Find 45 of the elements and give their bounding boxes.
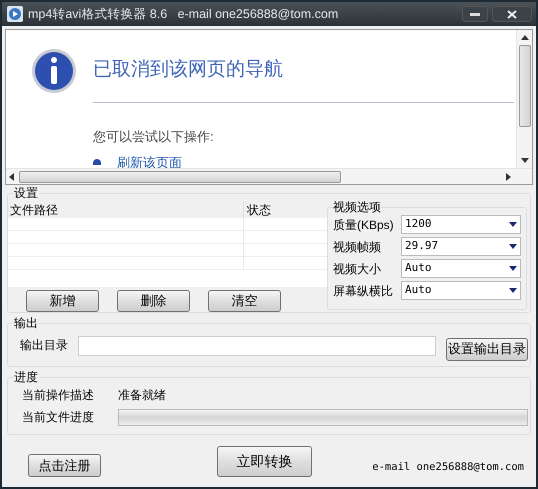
close-icon <box>507 10 517 18</box>
group-title: 设置 <box>13 185 39 201</box>
option-label: 视频帧频 <box>333 238 381 256</box>
field-label: 当前操作描述 <box>22 387 95 404</box>
bullet-icon <box>93 159 101 165</box>
scroll-left-icon[interactable] <box>9 172 14 180</box>
minimize-button[interactable] <box>462 6 488 22</box>
option-label: 屏幕纵横比 <box>333 282 393 300</box>
option-label: 质量(KBps) <box>333 216 394 234</box>
column-header: 文件路径 <box>8 202 244 218</box>
option-dropdown[interactable]: Auto <box>401 281 521 300</box>
group-title: 输出 <box>13 315 39 331</box>
group-title: 进度 <box>13 369 39 385</box>
register-button[interactable]: 点击注册 <box>28 454 101 477</box>
set-output-directory-button[interactable]: 设置输出目录 <box>446 338 528 360</box>
page-heading: 已取消到该网页的导航 <box>93 58 284 82</box>
convert-button[interactable]: 立即转换 <box>217 446 312 477</box>
caret-icon <box>509 266 517 271</box>
info-icon <box>31 48 77 94</box>
caret-icon <box>509 222 517 227</box>
play-icon <box>6 5 24 23</box>
page-subheading: 您可以尝试以下操作: <box>93 128 215 146</box>
list-action-button[interactable]: 新增 <box>26 290 99 312</box>
field-label: 输出目录 <box>20 337 68 354</box>
vertical-scrollbar[interactable] <box>516 30 532 168</box>
contact-email: e-mail one256888@tom.com <box>372 460 524 476</box>
caret-icon <box>509 244 517 249</box>
window-title: mp4转avi格式转换器 8.6 e-mail one256888@tom.com <box>28 6 340 23</box>
list-action-button[interactable]: 删除 <box>117 290 190 312</box>
close-button[interactable] <box>492 6 532 22</box>
column-header: 状态 <box>246 202 272 218</box>
scroll-down-icon[interactable] <box>520 158 528 163</box>
group-title: 视频选项 <box>333 199 381 215</box>
horizontal-scrollbar[interactable] <box>6 168 532 184</box>
output-directory-field[interactable] <box>78 336 436 356</box>
status-text: 准备就绪 <box>118 387 166 404</box>
scroll-right-icon[interactable] <box>506 172 511 180</box>
option-dropdown[interactable]: 1200 <box>401 215 521 234</box>
option-label: 视频大小 <box>333 260 381 278</box>
list-action-button[interactable]: 清空 <box>208 290 281 312</box>
caret-icon <box>509 288 517 293</box>
option-dropdown[interactable]: 29.97 <box>401 237 521 256</box>
field-label: 当前文件进度 <box>22 409 95 426</box>
scroll-up-icon[interactable] <box>520 35 528 40</box>
option-dropdown[interactable]: Auto <box>401 259 521 278</box>
